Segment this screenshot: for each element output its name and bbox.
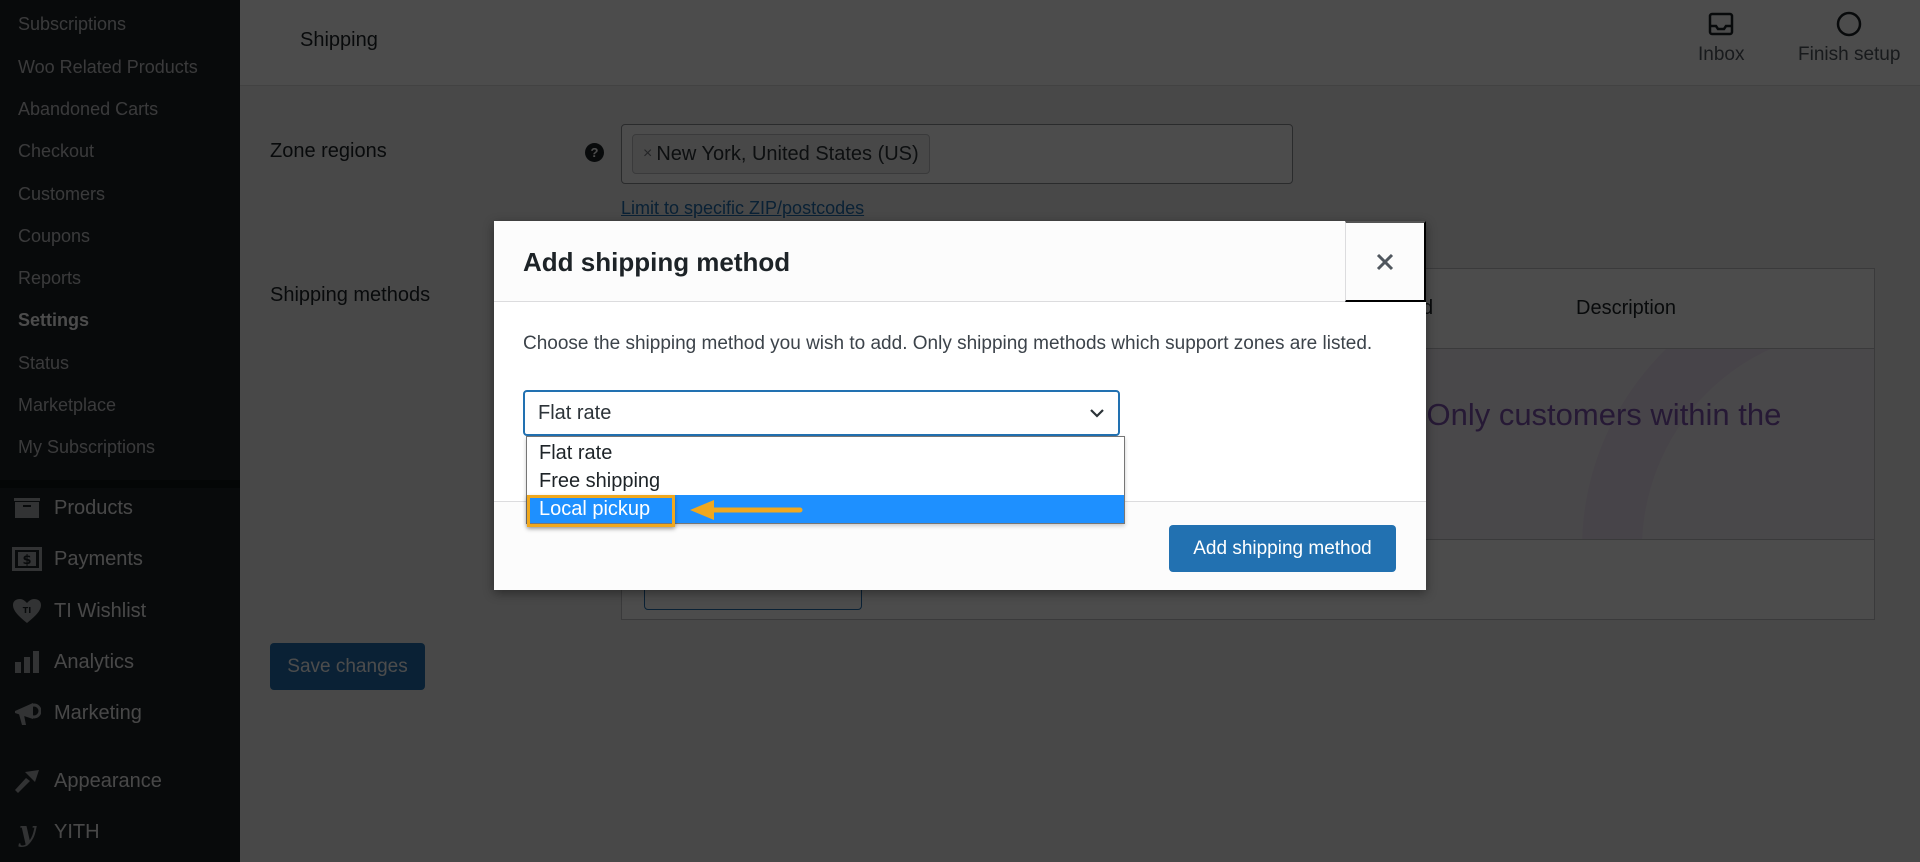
shipping-method-options: Flat rate Free shipping Local pickup <box>526 436 1125 524</box>
option-flat-rate[interactable]: Flat rate <box>527 439 1124 467</box>
select-value: Flat rate <box>538 401 612 424</box>
modal-header: Add shipping method <box>494 221 1426 302</box>
page: Subscriptions Woo Related Products Aband… <box>0 0 1920 862</box>
annotation-arrow-icon <box>690 500 803 520</box>
chevron-down-icon <box>1090 409 1104 418</box>
option-local-pickup[interactable]: Local pickup <box>527 495 1124 523</box>
option-free-shipping[interactable]: Free shipping <box>527 467 1124 495</box>
modal-description: Choose the shipping method you wish to a… <box>523 333 1373 354</box>
close-icon <box>1376 253 1394 270</box>
add-shipping-method-modal: Add shipping method Choose the shipping … <box>494 221 1426 590</box>
shipping-method-select[interactable]: Flat rate <box>523 390 1120 436</box>
modal-title: Add shipping method <box>523 247 791 277</box>
modal-close-button[interactable] <box>1345 221 1426 302</box>
add-shipping-method-button[interactable]: Add shipping method <box>1169 525 1396 572</box>
